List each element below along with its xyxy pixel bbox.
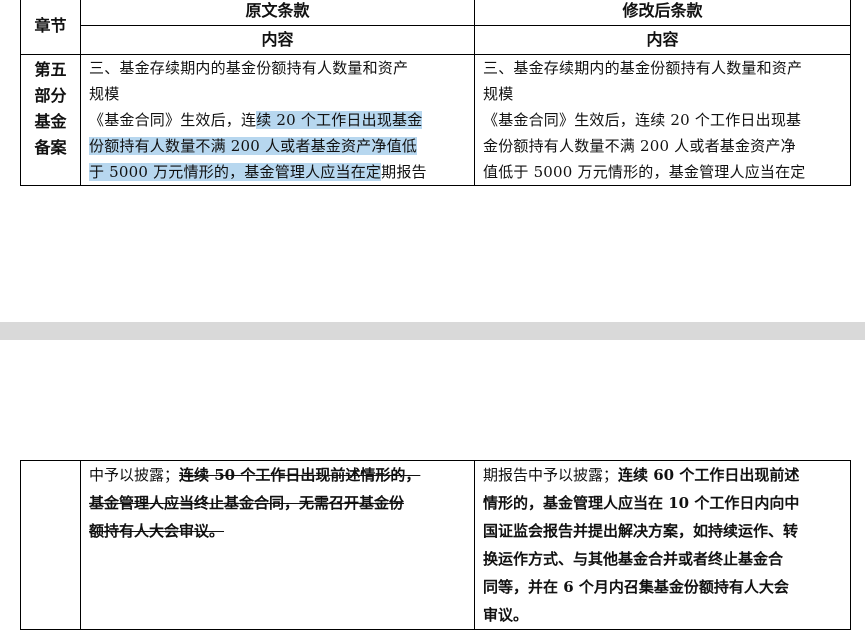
original-clause-text[interactable]: 中予以披露；连续 50 个工作日出现前述情形的， 基金管理人应当终止基金合同，无…	[80, 460, 475, 630]
added-text: 情形的，基金管理人应当在 10 个工作日内向中	[483, 494, 800, 512]
text-line: 《基金合同》生效后，连续 20 个工作日出现基	[483, 111, 802, 129]
original-clause-text[interactable]: 三、基金存续期内的基金份额持有人数量和资产 规模 《基金合同》生效后，连续 20…	[80, 54, 475, 186]
original-clause-header: 原文条款	[80, 0, 475, 26]
added-text: 连续 60 个工作日出现前述	[618, 466, 800, 484]
modified-clause-text[interactable]: 三、基金存续期内的基金份额持有人数量和资产 规模 《基金合同》生效后，连续 20…	[474, 54, 851, 186]
selected-text[interactable]: 续 20 个工作日出现基金	[256, 111, 423, 129]
chapter-cell: 第五 部分 基金 备案	[20, 54, 81, 186]
original-content-header: 内容	[80, 25, 475, 55]
text-line: 规模	[483, 85, 514, 103]
modified-content-header: 内容	[474, 25, 851, 55]
text-line: 期报告中予以披露；连续 60 个工作日出现前述	[483, 461, 844, 489]
text-line: 额持有人大会审议。	[89, 517, 468, 545]
added-text: 同等，并在 6 个月内召集基金份额持有人大会	[483, 578, 789, 596]
added-text: 审议。	[483, 606, 529, 624]
deleted-text: 额持有人大会审议。	[89, 522, 225, 540]
added-text: 换运作方式、与其他基金合并或者终止基金合	[483, 550, 784, 568]
selected-text[interactable]: 于 5000 万元情形的，基金管理人应当在定	[89, 163, 382, 181]
text-line: 于 5000 万元情形的，基金管理人应当在定期报告	[89, 159, 468, 185]
text-line: 中予以披露；连续 50 个工作日出现前述情形的，	[89, 461, 468, 489]
text-line: 三、基金存续期内的基金份额持有人数量和资产	[89, 59, 409, 77]
text-run: 中予以披露；	[89, 466, 180, 484]
clause-comparison-table: 章节 原文条款 修改后条款 内容 内容 第五 部分 基金 备案 三、基金存续期内…	[20, 0, 851, 186]
text-line: 三、基金存续期内的基金份额持有人数量和资产	[483, 59, 803, 77]
chapter-line: 部分	[34, 86, 67, 105]
page-separator	[0, 322, 865, 340]
chapter-cell	[20, 460, 81, 630]
deleted-text: 基金管理人应当终止基金合同，无需召开基金份	[89, 494, 405, 512]
text-line: 值低于 5000 万元情形的，基金管理人应当在定	[483, 163, 806, 181]
text-line: 《基金合同》生效后，连续 20 个工作日出现基金	[89, 107, 468, 133]
modified-clause-header: 修改后条款	[474, 0, 851, 26]
text-line: 规模	[89, 85, 120, 103]
chapter-line: 基金	[34, 112, 67, 131]
chapter-header: 章节	[20, 0, 81, 55]
text-run: 期报告	[381, 163, 427, 181]
deleted-text: 连续 50 个工作日出现前述情形的，	[179, 466, 421, 484]
selected-text[interactable]: 份额持有人数量不满 200 人或者基金资产净值低	[89, 137, 417, 155]
text-line: 金份额持有人数量不满 200 人或者基金资产净	[483, 137, 796, 155]
text-run: 期报告中予以披露；	[483, 466, 619, 484]
modified-clause-text[interactable]: 期报告中予以披露；连续 60 个工作日出现前述 情形的，基金管理人应当在 10 …	[474, 460, 851, 630]
chapter-line: 第五	[34, 60, 67, 79]
text-line: 份额持有人数量不满 200 人或者基金资产净值低	[89, 133, 468, 159]
added-text: 国证监会报告并提出解决方案，如持续运作、转	[483, 522, 799, 540]
clause-comparison-table-continued: 中予以披露；连续 50 个工作日出现前述情形的， 基金管理人应当终止基金合同，无…	[20, 460, 851, 630]
chapter-line: 备案	[34, 138, 67, 157]
text-run: 《基金合同》生效后，连	[89, 111, 257, 129]
